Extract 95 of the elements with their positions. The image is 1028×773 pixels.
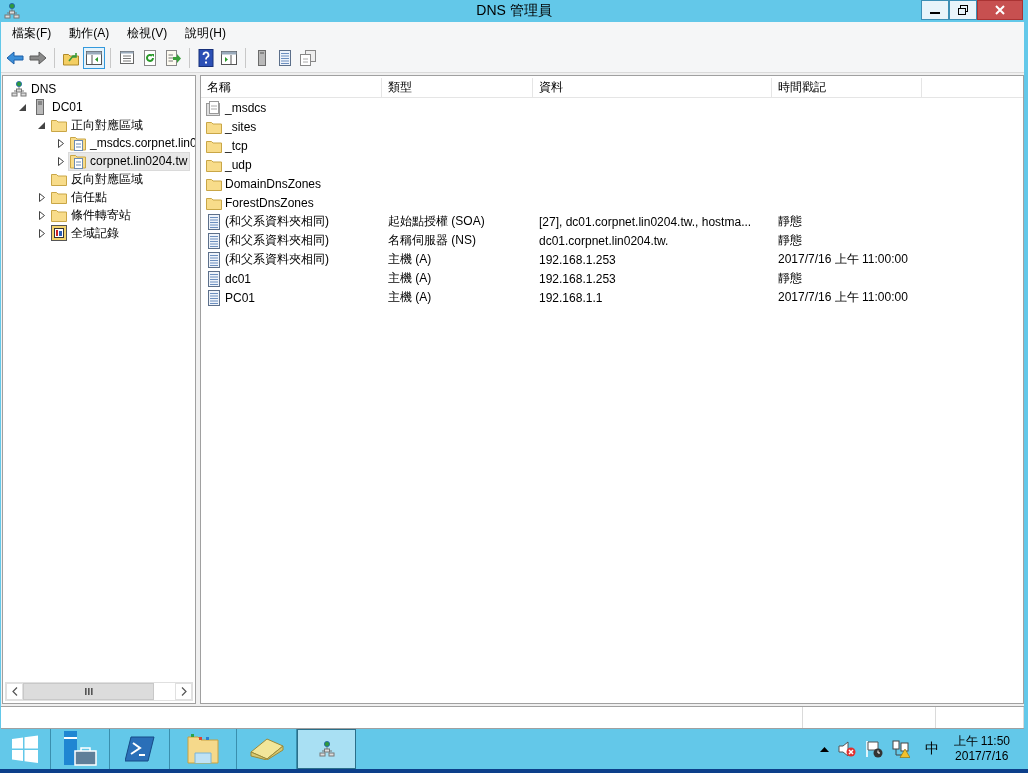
export-list-icon <box>165 50 181 66</box>
refresh-icon <box>142 50 158 66</box>
minimize-button[interactable] <box>921 0 949 20</box>
document-stack-icon <box>206 99 222 116</box>
record-timestamp: 2017/7/16 上午 11:00:00 <box>778 252 908 266</box>
record-type: 起始點授權 (SOA) <box>388 214 485 228</box>
scroll-right-icon <box>180 687 187 696</box>
record-data: 192.168.1.253 <box>539 252 616 267</box>
record-type: 主機 (A) <box>388 290 432 304</box>
record-name: _sites <box>225 119 257 134</box>
record-name: (和父系資料夾相同) <box>225 213 329 230</box>
forward-arrow-icon <box>29 50 47 66</box>
action-pane-icon <box>221 50 237 66</box>
record-name: (和父系資料夾相同) <box>225 251 329 268</box>
tree-item[interactable]: 正向對應區域 <box>49 115 146 135</box>
record-icon <box>206 251 222 268</box>
record-icon <box>206 270 222 287</box>
menu-item[interactable]: 說明(H) <box>176 23 235 43</box>
record-name: _tcp <box>225 138 248 153</box>
tree-item[interactable]: DC01 <box>30 97 86 117</box>
network-warning-icon[interactable] <box>891 740 910 758</box>
record-name: _msdcs <box>225 100 267 115</box>
tree-item[interactable]: DNS <box>9 79 60 99</box>
record-name: (和父系資料夾相同) <box>225 232 329 249</box>
tree-item[interactable]: 條件轉寄站 <box>49 205 134 225</box>
toolbar-button[interactable] <box>83 47 105 69</box>
horizontal-scrollbar[interactable] <box>5 682 193 701</box>
record-icon <box>206 232 222 249</box>
menu-item[interactable]: 檢視(V) <box>118 23 177 43</box>
speaker-muted-icon[interactable] <box>837 740 856 758</box>
tree-item[interactable]: 全域記錄 <box>49 223 122 243</box>
folder-icon <box>187 734 219 764</box>
panel-icon <box>86 50 102 66</box>
record-timestamp: 靜態 <box>778 233 802 247</box>
network-icon <box>11 81 27 97</box>
server-toolbox-icon <box>63 731 97 767</box>
app-icon <box>4 3 20 19</box>
zone-folder-icon <box>70 153 86 169</box>
window-title: DNS 管理員 <box>476 2 552 20</box>
log-icon <box>51 225 67 241</box>
tree-item[interactable]: 反向對應區域 <box>49 169 146 189</box>
book-icon <box>249 738 284 760</box>
record-timestamp: 靜態 <box>778 214 802 228</box>
folder-icon <box>51 207 67 223</box>
record-type: 名稱伺服器 (NS) <box>388 233 476 247</box>
record-data: dc01.corpnet.lin0204.tw. <box>539 233 669 248</box>
network-icon <box>318 741 335 757</box>
toolbar-button[interactable] <box>195 47 217 69</box>
menu-item[interactable]: 動作(A) <box>60 23 119 43</box>
tree-item[interactable]: 信任點 <box>49 187 110 207</box>
record-name: dc01 <box>225 271 252 286</box>
taskbar-button[interactable] <box>297 729 356 769</box>
help-icon <box>198 49 214 67</box>
back-arrow-icon <box>6 50 24 66</box>
windows-logo-icon <box>11 735 39 763</box>
minimize-icon <box>930 12 940 14</box>
record-timestamp: 2017/7/16 上午 11:00:00 <box>778 290 908 304</box>
folder-icon <box>51 189 67 205</box>
show-hidden-icons-icon[interactable] <box>819 746 829 752</box>
terminal-icon <box>124 735 155 763</box>
copy-icon <box>300 50 316 66</box>
document-icon <box>119 50 135 66</box>
list-icon <box>277 50 293 66</box>
folder-up-icon <box>63 50 79 66</box>
close-icon <box>995 5 1005 15</box>
folder-icon <box>51 117 67 133</box>
column-header[interactable]: 名稱 <box>201 78 382 97</box>
input-method-indicator[interactable]: 中 <box>924 740 939 758</box>
menu-item[interactable]: 檔案(F) <box>3 23 61 43</box>
scroll-left-icon <box>11 687 18 696</box>
record-name: ForestDnsZones <box>225 195 314 210</box>
folder-icon <box>51 171 67 187</box>
flag-clock-icon[interactable] <box>864 740 883 758</box>
record-icon <box>206 213 222 230</box>
record-data: 192.168.1.1 <box>539 290 603 305</box>
record-timestamp: 靜態 <box>778 271 802 285</box>
clock-date[interactable]: 2017/7/16 <box>955 749 1009 764</box>
record-icon <box>206 289 222 306</box>
record-data: 192.168.1.253 <box>539 271 616 286</box>
close-button[interactable] <box>977 0 1023 20</box>
column-header[interactable]: 資料 <box>533 78 772 97</box>
record-name: PC01 <box>225 290 256 305</box>
column-header[interactable]: 時間戳記 <box>772 78 922 97</box>
restore-button[interactable] <box>949 0 977 20</box>
record-name: DomainDnsZones <box>225 176 322 191</box>
grip-icon <box>84 688 93 695</box>
record-name: _udp <box>225 157 252 172</box>
zone-folder-icon <box>70 135 86 151</box>
record-type: 主機 (A) <box>388 252 432 266</box>
record-type: 主機 (A) <box>388 271 432 285</box>
record-data: [27], dc01.corpnet.lin0204.tw., hostma... <box>539 214 752 229</box>
column-header[interactable]: 類型 <box>382 78 533 97</box>
restore-icon <box>958 5 968 15</box>
tree-item[interactable]: corpnet.lin0204.tw <box>68 151 191 171</box>
clock-time[interactable]: 上午 11:50 <box>953 734 1010 749</box>
